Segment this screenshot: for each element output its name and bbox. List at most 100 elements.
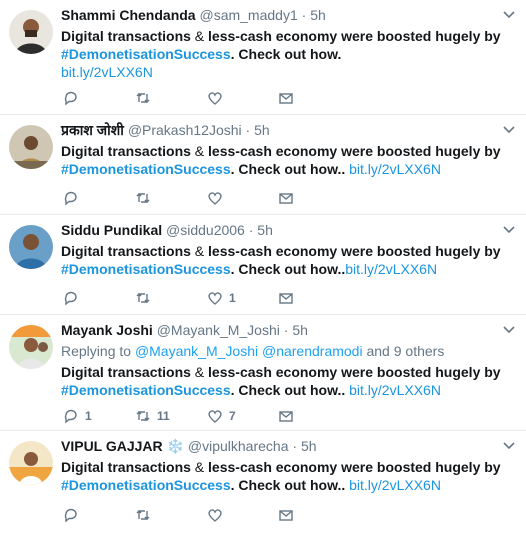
retweet-button[interactable] [135, 189, 157, 207]
tweet[interactable]: Siddu Pundikal @siddu2006 · 5h Digital t… [0, 215, 526, 315]
chevron-down-icon[interactable] [502, 222, 516, 236]
avatar[interactable] [9, 10, 53, 54]
direct-message-button[interactable] [278, 506, 294, 524]
chevron-down-icon[interactable] [502, 322, 516, 336]
text-segment: . Check out how. [230, 46, 342, 62]
text-segment: Digital transactions [61, 459, 191, 475]
text-segment: less-cash economy were boosted hugely by [208, 28, 501, 44]
retweet-button[interactable]: 11 [135, 407, 170, 425]
tweet-text: Digital transactions & less-cash economy… [61, 142, 514, 178]
display-name[interactable]: Mayank Joshi [61, 322, 153, 338]
hashtag-link[interactable]: #DemonetisationSuccess [61, 477, 231, 493]
direct-message-button[interactable] [278, 407, 294, 425]
chevron-down-icon[interactable] [502, 122, 516, 136]
replying-prefix: Replying to [61, 343, 132, 359]
text-segment: & [190, 143, 209, 159]
url-link[interactable]: bit.ly/2vLXX6N [61, 64, 153, 80]
reply-icon [64, 508, 77, 523]
retweet-icon [136, 510, 150, 520]
text-segment: . Check out how.. [230, 261, 346, 277]
text-segment: less-cash economy were boosted hugely by [208, 243, 501, 259]
text-segment: less-cash economy were boosted hugely by [208, 459, 501, 475]
reply-button[interactable] [63, 289, 85, 307]
tweet[interactable]: VIPUL GAJJAR ❄️ @vipulkharecha · 5h Digi… [0, 431, 526, 542]
user-handle[interactable]: @Mayank_M_Joshi [157, 322, 280, 338]
text-segment: & [190, 243, 209, 259]
heart-icon [208, 192, 222, 205]
display-name[interactable]: Shammi Chendanda [61, 7, 196, 23]
avatar[interactable] [9, 225, 53, 269]
tweet-actions [61, 189, 301, 207]
reply-button[interactable]: 1 [63, 407, 92, 425]
tweet-actions: 1 [61, 289, 301, 307]
like-button[interactable] [207, 89, 229, 107]
hashtag-link[interactable]: #DemonetisationSuccess [61, 161, 231, 177]
retweet-icon [136, 293, 150, 303]
timestamp[interactable]: 5h [292, 322, 308, 338]
user-handle[interactable]: @siddu2006 [166, 222, 245, 238]
text-segment: . Check out how.. [230, 477, 346, 493]
display-name[interactable]: Siddu Pundikal [61, 222, 162, 238]
separator-dot: · [248, 222, 254, 238]
direct-message-button[interactable] [278, 89, 294, 107]
tweet-header: Mayank Joshi @Mayank_M_Joshi · 5h [61, 321, 514, 340]
tweet-actions [61, 506, 301, 524]
retweet-icon [136, 411, 150, 421]
reply-icon [64, 409, 77, 424]
hashtag-link[interactable]: #DemonetisationSuccess [61, 382, 231, 398]
replying-to: Replying to @Mayank_M_Joshi @narendramod… [61, 342, 514, 361]
text-segment: less-cash economy were boosted hugely by [208, 364, 501, 380]
url-link[interactable]: bit.ly/2vLXX6N [349, 477, 441, 493]
like-button[interactable]: 1 [207, 289, 236, 307]
timestamp[interactable]: 5h [301, 438, 317, 454]
direct-message-button[interactable] [278, 289, 294, 307]
retweet-icon [136, 93, 150, 103]
reply-icon [64, 91, 77, 106]
text-segment: Digital transactions [61, 143, 191, 159]
reply-icon [64, 191, 77, 206]
reply-button[interactable] [63, 89, 85, 107]
like-button[interactable] [207, 189, 229, 207]
timestamp[interactable]: 5h [310, 7, 326, 23]
timestamp[interactable]: 5h [254, 122, 270, 138]
avatar[interactable] [9, 441, 53, 485]
tweet[interactable]: Mayank Joshi @Mayank_M_Joshi · 5h Replyi… [0, 315, 526, 431]
tweet-actions [61, 89, 301, 107]
like-button[interactable]: 7 [207, 407, 236, 425]
user-handle[interactable]: @Prakash12Joshi [128, 122, 242, 138]
tweet[interactable]: प्रकाश जोशी @Prakash12Joshi · 5h Digital… [0, 115, 526, 215]
url-link[interactable]: bit.ly/2vLXX6N [349, 382, 441, 398]
display-name[interactable]: VIPUL GAJJAR [61, 438, 163, 454]
user-handle[interactable]: @sam_maddy1 [199, 7, 297, 23]
retweet-button[interactable] [135, 289, 157, 307]
retweet-button[interactable] [135, 89, 157, 107]
tweet[interactable]: Shammi Chendanda @sam_maddy1 · 5h Digita… [0, 0, 526, 115]
separator-dot: · [245, 122, 251, 138]
display-name[interactable]: प्रकाश जोशी [61, 122, 124, 138]
chevron-down-icon[interactable] [502, 7, 516, 21]
tweet-header: Siddu Pundikal @siddu2006 · 5h [61, 221, 514, 240]
hashtag-link[interactable]: #DemonetisationSuccess [61, 261, 231, 277]
user-handle[interactable]: @vipulkharecha [188, 438, 289, 454]
retweet-button[interactable] [135, 506, 157, 524]
avatar[interactable] [9, 325, 53, 369]
avatar[interactable] [9, 125, 53, 169]
reply-mention-link[interactable]: @narendramodi [262, 343, 363, 359]
url-link[interactable]: bit.ly/2vLXX6N [345, 261, 437, 277]
reply-mention-link[interactable]: @Mayank_M_Joshi [135, 343, 258, 359]
hashtag-link[interactable]: #DemonetisationSuccess [61, 46, 231, 62]
direct-message-button[interactable] [278, 189, 294, 207]
tweet-text: Digital transactions & less-cash economy… [61, 363, 514, 399]
text-segment: & [190, 459, 209, 475]
reply-others-link[interactable]: and 9 others [366, 343, 444, 359]
tweet-timeline: Shammi Chendanda @sam_maddy1 · 5h Digita… [0, 0, 526, 542]
chevron-down-icon[interactable] [502, 438, 516, 452]
envelope-icon [279, 510, 293, 521]
url-link[interactable]: bit.ly/2vLXX6N [349, 161, 441, 177]
separator-dot: · [301, 7, 307, 23]
like-button[interactable] [207, 506, 229, 524]
timestamp[interactable]: 5h [257, 222, 273, 238]
heart-icon [208, 92, 222, 105]
reply-button[interactable] [63, 189, 85, 207]
reply-button[interactable] [63, 506, 85, 524]
